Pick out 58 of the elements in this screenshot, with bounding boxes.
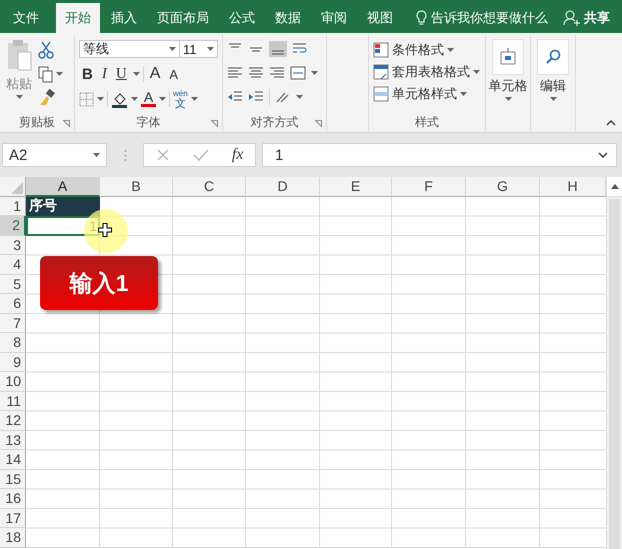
row-header[interactable]: 13 [0, 430, 26, 450]
ribbon-tab[interactable]: 开始 [56, 3, 100, 33]
ribbon-tab[interactable]: 视图 [358, 3, 402, 33]
name-box[interactable]: A2 [2, 143, 107, 167]
callout-label: 输入1 [40, 256, 158, 310]
decrease-font-size-button[interactable]: A [166, 66, 182, 82]
row-header[interactable]: 9 [0, 352, 26, 372]
ribbon-tab[interactable]: 文件 [4, 3, 48, 33]
row-header[interactable]: 10 [0, 372, 26, 392]
row-header[interactable]: 1 [0, 196, 26, 216]
formula-input[interactable]: 1 [262, 143, 617, 167]
ribbon-tab[interactable]: 插入 [102, 3, 146, 33]
column-header[interactable]: A [26, 177, 100, 196]
share-button[interactable]: 共享 [557, 3, 616, 33]
phonetic-guide-button[interactable]: wén 文 [173, 88, 188, 110]
cells-button[interactable]: 单元格 [486, 39, 530, 101]
format-as-table-button[interactable]: 套用表格格式 [373, 61, 480, 82]
row-header[interactable]: 8 [0, 333, 26, 352]
italic-button[interactable]: I [98, 66, 110, 82]
row-header[interactable]: 2 [0, 216, 26, 236]
column-header[interactable]: C [173, 177, 246, 196]
row-header[interactable]: 15 [0, 470, 26, 489]
group-label: 样式 [415, 114, 439, 130]
column-header[interactable]: E [320, 177, 392, 196]
cell-styles-button[interactable]: 单元格样式 [373, 83, 480, 104]
group-label: 对齐方式 [250, 114, 298, 130]
bold-button[interactable]: B [79, 66, 96, 82]
font-color-button[interactable]: A [141, 91, 156, 107]
increase-font-size-button[interactable]: A [146, 65, 164, 83]
header-cell[interactable]: 序号 [26, 196, 100, 216]
ribbon-tab[interactable]: 数据 [266, 3, 310, 33]
ribbon-tab[interactable]: 审阅 [312, 3, 356, 33]
row-header[interactable]: 12 [0, 411, 26, 430]
font-size-dropdown[interactable]: 11 [180, 40, 218, 58]
column-header[interactable]: D [246, 177, 320, 196]
conditional-formatting-button[interactable]: 条件格式 [373, 39, 480, 60]
column-header[interactable]: B [100, 177, 173, 196]
ribbon-tab[interactable]: 页面布局 [148, 3, 218, 33]
column-header[interactable]: F [392, 177, 466, 196]
row-header[interactable]: 18 [0, 528, 26, 548]
row-header[interactable]: 16 [0, 489, 26, 508]
row-header[interactable]: 17 [0, 508, 26, 528]
row-header[interactable]: 3 [0, 236, 26, 255]
row-header[interactable]: 5 [0, 274, 26, 294]
row-header[interactable]: 14 [0, 450, 26, 470]
underline-button[interactable]: U [112, 66, 130, 82]
tell-me-search[interactable]: 告诉我你想要做什么 [416, 3, 548, 33]
row-header[interactable]: 7 [0, 314, 26, 333]
group-label: 剪贴板 [19, 114, 55, 130]
ribbon-tab[interactable]: 公式 [220, 3, 264, 33]
group-label: 字体 [136, 114, 160, 130]
row-header[interactable]: 6 [0, 294, 26, 314]
font-name-dropdown[interactable]: 等线 [79, 40, 180, 58]
row-header[interactable]: 4 [0, 255, 26, 274]
column-header[interactable]: H [540, 177, 606, 196]
column-header[interactable]: G [466, 177, 540, 196]
insert-function-button[interactable]: fx [232, 146, 244, 164]
row-header[interactable]: 11 [0, 392, 26, 411]
